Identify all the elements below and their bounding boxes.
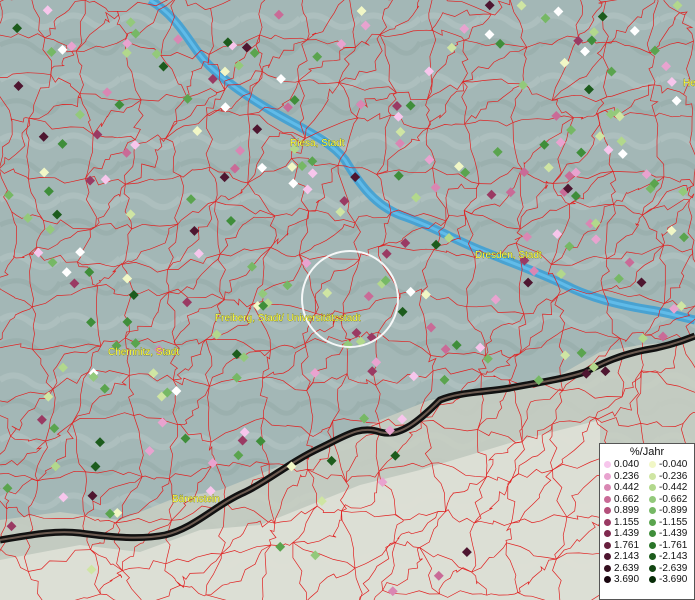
legend-row: 1.439 -1.439 <box>600 528 694 540</box>
legend-swatch-positive <box>604 507 611 515</box>
label-edge: He <box>683 78 695 89</box>
label-freiberg: Freiberg, Stadt/ Universitätsstadt <box>215 313 361 324</box>
legend-value-positive: 0.899 <box>614 505 640 516</box>
legend-rows: 0.040 -0.040 0.236 -0.236 0.442 -0.442 0.662 -0… <box>600 459 694 586</box>
legend-swatch-negative <box>649 564 656 572</box>
legend-row: 1.761 -1.761 <box>600 540 694 552</box>
legend-swatch-negative <box>649 530 656 538</box>
legend-swatch-positive <box>604 518 611 526</box>
legend-swatch-negative <box>649 484 656 492</box>
legend-value-positive: 0.236 <box>614 470 640 482</box>
legend-row: 1.155 -1.155 <box>600 517 694 529</box>
legend-value-negative: -0.442 <box>659 482 688 493</box>
legend-swatch-negative <box>649 495 656 503</box>
legend-value-positive: 1.761 <box>614 539 640 551</box>
legend-row: 0.236 -0.236 <box>600 471 694 483</box>
legend-row: 0.662 -0.662 <box>600 494 694 506</box>
legend-swatch-positive <box>604 553 611 561</box>
legend-value-positive: 2.639 <box>614 562 640 574</box>
legend-value-negative: -1.155 <box>659 516 688 528</box>
legend-row: 2.639 -2.639 <box>600 563 694 575</box>
label-riesa: Riesa, Stadt <box>290 138 345 149</box>
legend-swatch-negative <box>649 472 656 480</box>
legend-value-positive: 0.040 <box>614 459 640 470</box>
legend-swatch-negative <box>649 553 656 561</box>
legend-swatch-negative <box>649 576 656 584</box>
legend-swatch-negative <box>649 507 656 515</box>
legend-value-positive: 0.662 <box>614 493 640 505</box>
legend-row: 3.690 -3.690 <box>600 574 694 586</box>
legend-row: 2.143 -2.143 <box>600 551 694 563</box>
label-dresden: Dresden, Stadt <box>475 250 542 261</box>
legend-value-positive: 2.143 <box>614 551 640 562</box>
legend-swatch-positive <box>604 484 611 492</box>
legend-value-negative: -0.899 <box>659 505 688 516</box>
legend-value-positive: 3.690 <box>614 574 640 585</box>
legend-title: %/Jahr <box>629 446 665 458</box>
legend: %/Jahr 0.040 -0.040 0.236 -0.236 0.442 -0.442… <box>599 443 695 600</box>
legend-swatch-negative <box>649 461 656 469</box>
legend-swatch-positive <box>604 530 611 538</box>
legend-swatch-positive <box>604 495 611 503</box>
legend-value-negative: -2.143 <box>659 551 688 562</box>
label-chemnitz: Chemnitz, Stadt <box>108 347 179 358</box>
legend-value-negative: -0.236 <box>659 470 688 482</box>
legend-value-negative: -2.639 <box>659 562 688 574</box>
legend-swatch-negative <box>649 518 656 526</box>
legend-swatch-positive <box>604 576 611 584</box>
label-baerenstein: Bärenstein <box>172 494 220 505</box>
map-canvas[interactable]: Riesa, Stadt Dresden, Stadt Freiberg, St… <box>0 0 695 600</box>
legend-value-negative: -1.439 <box>659 528 688 539</box>
legend-row: 0.899 -0.899 <box>600 505 694 517</box>
legend-swatch-positive <box>604 472 611 480</box>
legend-row: 0.040 -0.040 <box>600 459 694 471</box>
legend-value-negative: -0.662 <box>659 493 688 505</box>
legend-value-positive: 1.155 <box>614 516 640 528</box>
legend-swatch-positive <box>604 541 611 549</box>
legend-swatch-negative <box>649 541 656 549</box>
legend-value-negative: -1.761 <box>659 539 688 551</box>
legend-swatch-positive <box>604 461 611 469</box>
legend-value-positive: 0.442 <box>614 482 640 493</box>
legend-swatch-positive <box>604 564 611 572</box>
legend-value-negative: -3.690 <box>659 574 688 585</box>
legend-value-negative: -0.040 <box>659 459 688 470</box>
legend-row: 0.442 -0.442 <box>600 482 694 494</box>
legend-value-positive: 1.439 <box>614 528 640 539</box>
